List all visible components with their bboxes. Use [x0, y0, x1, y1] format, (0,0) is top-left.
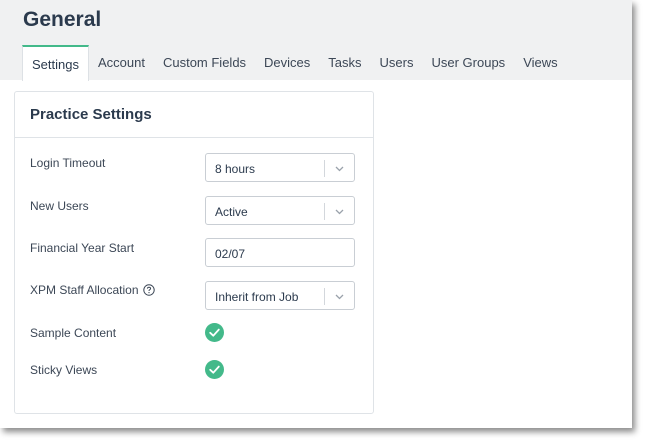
- sample-content-check-icon[interactable]: [205, 323, 224, 342]
- login-timeout-label-text: Login Timeout: [30, 156, 106, 170]
- tab-custom-fields[interactable]: Custom Fields: [154, 44, 255, 80]
- xpm-staff-allocation-select[interactable]: Inherit from Job: [205, 281, 355, 310]
- app-window: General Settings Account Custom Fields D…: [0, 0, 632, 428]
- sticky-views-label: Sticky Views: [30, 363, 97, 377]
- new-users-label: New Users: [30, 199, 89, 213]
- tab-user-groups[interactable]: User Groups: [422, 44, 514, 80]
- tab-bar: Settings Account Custom Fields Devices T…: [22, 44, 567, 81]
- xpm-staff-allocation-label-text: XPM Staff Allocation: [30, 283, 139, 297]
- sticky-views-label-text: Sticky Views: [30, 363, 98, 377]
- new-users-label-text: New Users: [30, 199, 89, 213]
- select-separator: [324, 160, 325, 177]
- financial-year-start-input[interactable]: 02/07: [205, 238, 355, 267]
- tab-account[interactable]: Account: [89, 44, 154, 80]
- login-timeout-label: Login Timeout: [30, 156, 105, 170]
- financial-year-start-label: Financial Year Start: [30, 241, 134, 255]
- panel-title: Practice Settings: [15, 92, 373, 138]
- sticky-views-check-icon[interactable]: [205, 360, 224, 379]
- xpm-staff-allocation-label: XPM Staff Allocation: [30, 283, 155, 297]
- login-timeout-value: 8 hours: [215, 162, 256, 176]
- page-title: General: [23, 8, 102, 31]
- new-users-value: Active: [215, 205, 248, 219]
- chevron-down-icon: [335, 209, 344, 215]
- login-timeout-select[interactable]: 8 hours: [205, 153, 355, 182]
- new-users-select[interactable]: Active: [205, 196, 355, 225]
- tab-devices[interactable]: Devices: [255, 44, 319, 80]
- chevron-down-icon: [335, 166, 344, 172]
- sample-content-label: Sample Content: [30, 326, 116, 340]
- practice-settings-panel: Practice Settings Login Timeout 8 hours …: [14, 91, 374, 414]
- select-separator: [324, 288, 325, 305]
- page-header: General Settings Account Custom Fields D…: [0, 0, 632, 81]
- help-icon[interactable]: [142, 284, 155, 296]
- financial-year-start-label-text: Financial Year Start: [30, 241, 135, 255]
- sample-content-label-text: Sample Content: [30, 326, 117, 340]
- tab-settings[interactable]: Settings: [22, 45, 89, 81]
- xpm-staff-allocation-value: Inherit from Job: [215, 290, 299, 304]
- tab-users[interactable]: Users: [371, 44, 423, 80]
- chevron-down-icon: [335, 294, 344, 300]
- tab-views[interactable]: Views: [514, 44, 566, 80]
- financial-year-start-value: 02/07: [215, 247, 246, 261]
- select-separator: [324, 203, 325, 220]
- tab-tasks[interactable]: Tasks: [319, 44, 370, 80]
